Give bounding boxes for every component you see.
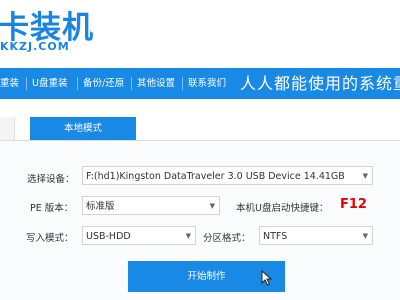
nav-separator [26,77,27,90]
chevron-down-icon: ▼ [362,232,368,240]
device-select[interactable]: F:(hd1)Kingston DataTraveler 3.0 USB Dev… [82,166,373,185]
device-value: F:(hd1)Kingston DataTraveler 3.0 USB Dev… [86,171,345,182]
partition-format-select[interactable]: NTFS ▼ [259,226,373,245]
write-mode-label: 写入模式： [26,233,74,244]
nav-item-other-settings[interactable]: 其他设置 [137,68,175,99]
pe-version-select[interactable]: 标准版 ▼ [82,196,220,215]
mode-tabs: 本地模式 [0,117,400,140]
device-label: 选择设备： [27,174,75,185]
hotkey-value: F12 [340,197,367,212]
chevron-down-icon: ▼ [362,172,368,180]
write-mode-select[interactable]: USB-HDD ▼ [82,226,196,245]
logo-url: KKZJ.COM [0,40,70,53]
chevron-down-icon: ▼ [185,232,191,240]
partition-value: NTFS [263,231,288,242]
pe-value: 标准版 [86,201,115,212]
mouse-pointer-icon [261,270,273,286]
nav-item-reinstall[interactable]: 重装 [0,68,19,99]
hotkey-label: 本机U盘启动快捷键： [236,203,329,214]
tab-local-mode[interactable]: 本地模式 [30,117,136,140]
nav-slogan: 人人都能使用的系统重 [240,74,400,93]
nav-item-contact[interactable]: 联系我们 [188,68,226,99]
chevron-down-icon: ▼ [209,202,215,210]
tab-previous[interactable] [0,117,15,140]
header-logo: 卡装机 KKZJ.COM [0,0,400,68]
nav-separator [131,77,132,90]
pe-label: PE 版本： [30,203,74,214]
nav-item-backup-restore[interactable]: 备份/还原 [83,68,124,99]
partition-label: 分区格式： [203,233,251,244]
top-navbar: 重装 U盘重装 备份/还原 其他设置 联系我们 人人都能使用的系统重 [0,68,400,99]
nav-item-usb-reinstall[interactable]: U盘重装 [32,68,67,99]
nav-separator [77,77,78,90]
write-mode-value: USB-HDD [86,231,131,242]
nav-separator [182,77,183,90]
